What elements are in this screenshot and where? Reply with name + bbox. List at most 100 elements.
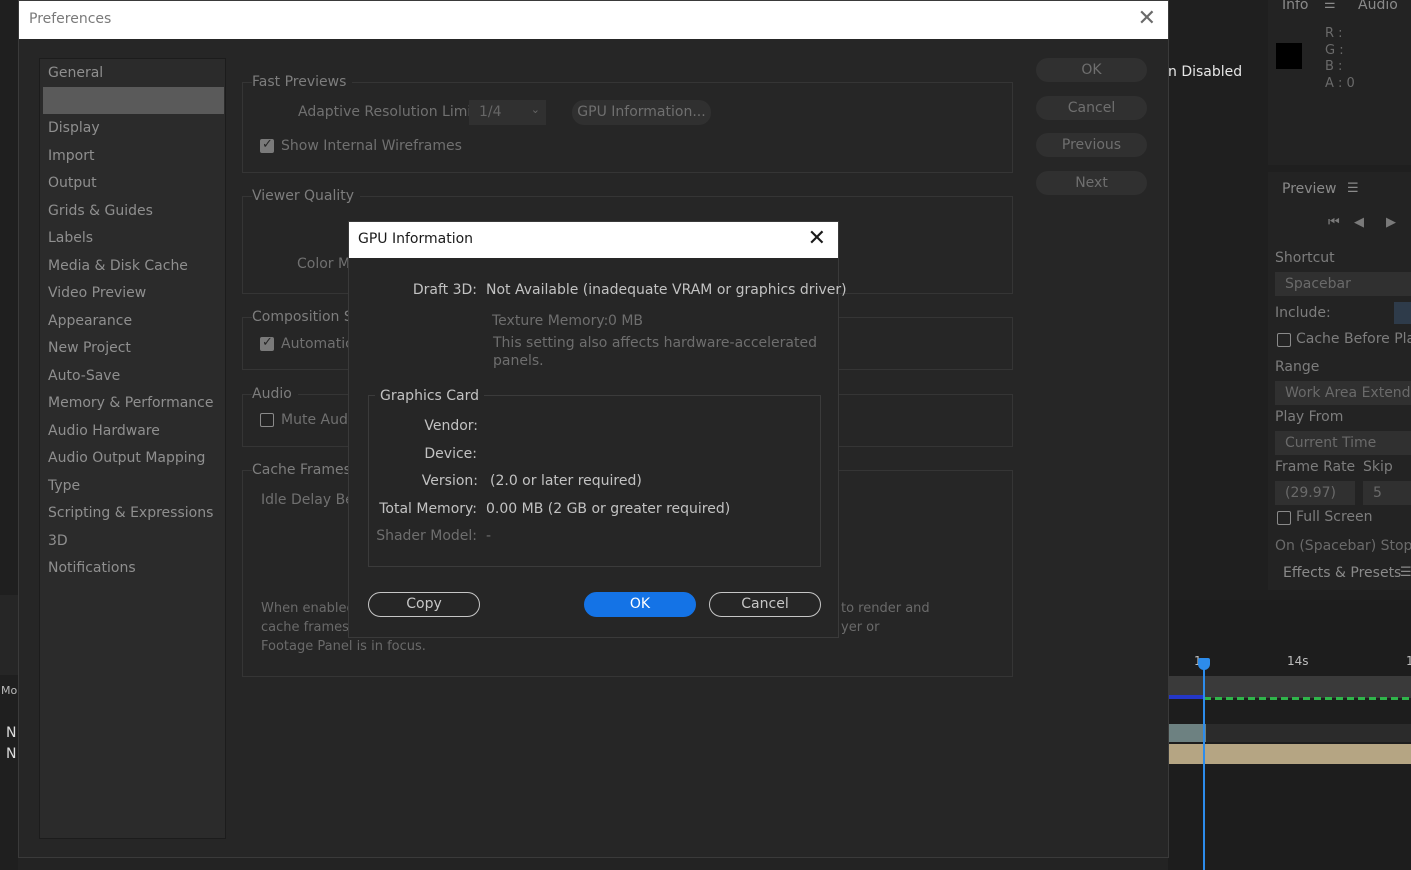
category-video-preview[interactable]: Video Preview — [48, 285, 146, 301]
left-mo: Mo — [1, 684, 18, 697]
preview-header: Preview — [1282, 181, 1337, 197]
category-notifications[interactable]: Notifications — [48, 560, 136, 576]
include-toggle[interactable] — [1394, 302, 1411, 324]
cache-before-label: Cache Before Playb — [1296, 331, 1411, 347]
left-n2: N — [6, 746, 17, 762]
show-wireframes-checkbox[interactable] — [260, 137, 274, 153]
category-media-disk-cache[interactable]: Media & Disk Cache — [48, 258, 188, 274]
gpu-dialog-title: GPU Information — [358, 231, 474, 247]
gpu-note-line1: This setting also affects hardware-accel… — [493, 335, 817, 351]
audio-label: Audio — [252, 386, 298, 402]
ok-button[interactable]: OK — [584, 592, 696, 617]
draft3d-label: Draft 3D: — [412, 282, 477, 298]
version-label: Version: — [421, 473, 478, 489]
shortcut-select[interactable]: Spacebar — [1275, 272, 1411, 296]
adaptive-resolution-value: 1/4 — [479, 104, 502, 120]
category-general[interactable]: General — [48, 65, 103, 81]
first-frame-icon[interactable]: ⏮ — [1328, 215, 1340, 230]
timeline: 1 14s 1 — [1168, 600, 1411, 870]
gpu-information-button[interactable]: GPU Information... — [572, 100, 711, 125]
info-panel: Info ☰ Audio R : G : B : A : 0 — [1268, 0, 1411, 165]
category-memory-performance[interactable]: Memory & Performance — [48, 395, 213, 411]
category-selected-highlight[interactable] — [43, 87, 224, 114]
cache-desc-right1: to render and — [841, 601, 930, 616]
category-appearance[interactable]: Appearance — [48, 313, 132, 329]
category-list: General Display Import Output Grids & Gu… — [39, 58, 226, 839]
background-panels: Info ☰ Audio R : G : B : A : 0 n Disable… — [1168, 0, 1411, 870]
color-swatch — [1276, 43, 1302, 69]
cache-desc-line3: Footage Panel is in focus. — [261, 639, 426, 654]
effects-menu-icon[interactable]: ☰ — [1400, 565, 1411, 580]
playhead-handle[interactable] — [1198, 658, 1210, 670]
info-menu-icon[interactable]: ☰ — [1324, 0, 1336, 12]
category-auto-save[interactable]: Auto-Save — [48, 368, 120, 384]
range-select[interactable]: Work Area Extended — [1275, 381, 1411, 405]
category-audio-hardware[interactable]: Audio Hardware — [48, 423, 160, 439]
category-output[interactable]: Output — [48, 175, 97, 191]
category-3d[interactable]: 3D — [48, 533, 68, 549]
blue-bar — [1168, 695, 1204, 699]
automatic-checkbox[interactable] — [260, 335, 274, 351]
gpu-dialog-titlebar: GPU Information ✕ — [349, 222, 838, 258]
total-memory-value: 0.00 MB (2 GB or greater required) — [486, 501, 731, 517]
category-type[interactable]: Type — [48, 478, 80, 494]
playhead-line — [1203, 658, 1205, 870]
range-label: Range — [1275, 359, 1320, 375]
cancel-button[interactable]: Cancel — [709, 592, 821, 617]
prefs-next-button[interactable]: Next — [1036, 171, 1147, 195]
mute-audio-checkbox[interactable] — [260, 413, 274, 427]
category-new-project[interactable]: New Project — [48, 340, 131, 356]
prefs-cancel-button[interactable]: Cancel — [1036, 96, 1147, 120]
cache-desc-right2: yer or — [841, 620, 880, 635]
category-audio-output-mapping[interactable]: Audio Output Mapping — [48, 450, 205, 466]
frame-rate-select[interactable]: (29.97) — [1275, 481, 1355, 505]
color-management-label: Color M — [297, 256, 351, 272]
info-g: G : — [1325, 43, 1344, 58]
category-display[interactable]: Display — [48, 120, 100, 136]
frame-rate-label: Frame Rate — [1275, 459, 1356, 475]
mute-audio-label: Mute Audi — [281, 412, 352, 428]
on-spacebar-label: On (Spacebar) Stop: — [1275, 538, 1411, 554]
skip-select[interactable]: 5 — [1363, 481, 1411, 505]
chevron-down-icon: ⌄ — [530, 103, 540, 116]
audio-tab[interactable]: Audio — [1358, 0, 1398, 13]
fast-previews-group — [242, 82, 1013, 173]
gpu-note-line2: panels. — [493, 353, 544, 369]
close-icon[interactable]: ✕ — [1138, 6, 1156, 31]
preview-menu-icon[interactable]: ☰ — [1347, 181, 1359, 196]
total-memory-label: Total Memory: — [379, 501, 477, 517]
viewer-quality-label: Viewer Quality — [252, 188, 361, 204]
version-value: (2.0 or later required) — [490, 473, 642, 489]
disabled-text: n Disabled — [1168, 64, 1243, 80]
copy-button[interactable]: Copy — [368, 592, 480, 617]
device-label: Device: — [424, 446, 477, 462]
layer-bar-1[interactable] — [1168, 724, 1206, 742]
info-tab[interactable]: Info — [1282, 0, 1309, 13]
cache-desc-line2: cache frames i — [261, 620, 357, 635]
show-wireframes-label: Show Internal Wireframes — [281, 138, 462, 154]
fast-previews-label: Fast Previews — [252, 74, 353, 90]
prefs-previous-button[interactable]: Previous — [1036, 133, 1147, 157]
play-icon[interactable]: ▶ — [1386, 215, 1396, 230]
draft3d-value: Not Available (inadequate VRAM or graphi… — [486, 282, 847, 298]
category-grids-guides[interactable]: Grids & Guides — [48, 203, 153, 219]
category-scripting-expressions[interactable]: Scripting & Expressions — [48, 505, 213, 521]
full-screen-checkbox[interactable] — [1277, 511, 1291, 525]
skip-label: Skip — [1363, 459, 1393, 475]
preferences-title: Preferences — [29, 11, 112, 27]
shader-model-value: - — [486, 528, 492, 544]
adaptive-resolution-select[interactable]: 1/4 ⌄ — [469, 100, 546, 125]
category-import[interactable]: Import — [48, 148, 94, 164]
close-icon[interactable]: ✕ — [808, 226, 826, 251]
cache-before-checkbox[interactable] — [1277, 333, 1291, 347]
full-screen-label: Full Screen — [1296, 509, 1373, 525]
left-edge-block — [0, 595, 18, 675]
include-label: Include: — [1275, 305, 1331, 321]
texture-memory-value: 0 MB — [608, 313, 644, 329]
category-labels[interactable]: Labels — [48, 230, 93, 246]
prefs-ok-button[interactable]: OK — [1036, 58, 1147, 82]
info-b: B : — [1325, 59, 1343, 74]
play-from-select[interactable]: Current Time — [1275, 431, 1411, 455]
prev-frame-icon[interactable]: ◀ — [1354, 215, 1364, 230]
adaptive-resolution-label: Adaptive Resolution Limit: — [298, 104, 482, 120]
